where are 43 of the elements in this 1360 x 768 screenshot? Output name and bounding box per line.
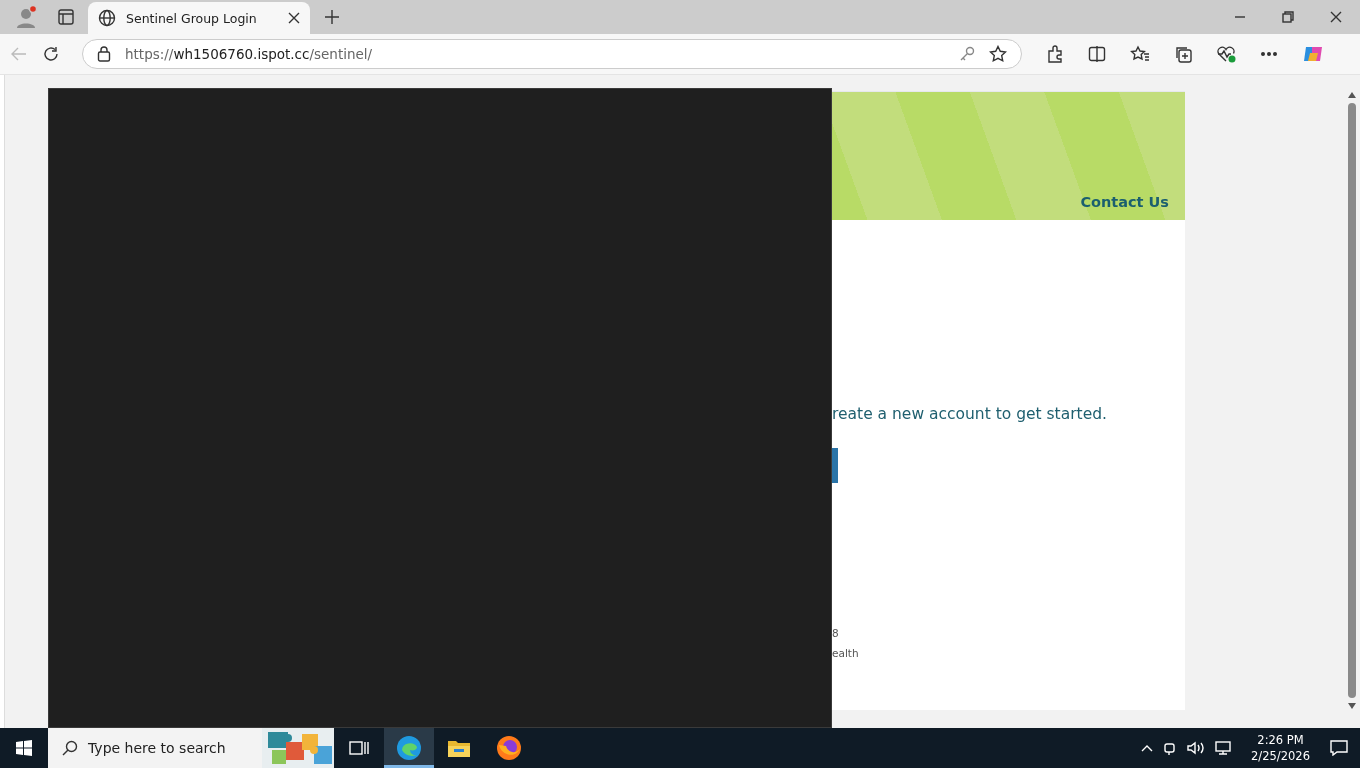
address-bar[interactable]: https://wh1506760.ispot.cc/sentinel/ [82,39,1022,69]
favorites-icon[interactable] [1130,45,1150,63]
search-field[interactable]: Type here to search [48,728,334,768]
close-icon[interactable] [288,12,300,24]
network-icon[interactable] [1215,741,1232,755]
globe-icon [98,9,116,27]
clock[interactable]: 2:26 PM 2/25/2026 [1251,732,1310,764]
footer-text: 8 [832,627,840,639]
close-icon[interactable] [1330,11,1342,23]
date-text: 2/25/2026 [1251,748,1310,764]
chevron-up-icon[interactable] [1141,744,1154,752]
profile-icon[interactable] [14,5,38,29]
windows-icon[interactable] [16,740,32,756]
tab-actions-icon[interactable] [58,9,74,25]
scroll-down-icon[interactable] [1347,702,1357,710]
health-icon[interactable] [1216,45,1236,63]
footer-text: ealth [832,647,860,659]
star-icon[interactable] [989,45,1007,63]
meet-icon[interactable] [1163,741,1178,755]
lock-icon [97,46,111,62]
search-icon [62,740,78,756]
browser-tab[interactable]: Sentinel Group Login [88,2,310,34]
puzzle-icon[interactable] [1046,45,1064,63]
task-view-icon[interactable] [349,739,369,757]
plus-icon[interactable] [324,9,340,25]
volume-icon[interactable] [1187,741,1206,755]
notification-icon[interactable] [1330,740,1348,756]
scroll-up-icon[interactable] [1347,91,1357,99]
tab-title: Sentinel Group Login [126,10,258,26]
time-text: 2:26 PM [1257,732,1304,748]
restore-icon[interactable] [1282,11,1294,23]
url-text: https://wh1506760.ispot.cc/sentinel/ [125,46,374,62]
split-screen-icon[interactable] [1088,45,1106,63]
refresh-icon[interactable] [42,45,60,63]
firefox-icon[interactable] [496,735,522,761]
folder-icon[interactable] [447,738,471,758]
search-placeholder: Type here to search [88,740,227,756]
collections-icon[interactable] [1174,45,1192,63]
taskbar-app[interactable] [384,728,434,768]
key-icon[interactable] [959,46,975,62]
contact-link[interactable]: Contact Us [1080,194,1169,210]
edge-icon[interactable] [396,735,422,761]
intro-text: reate a new account to get started. [832,405,1108,423]
